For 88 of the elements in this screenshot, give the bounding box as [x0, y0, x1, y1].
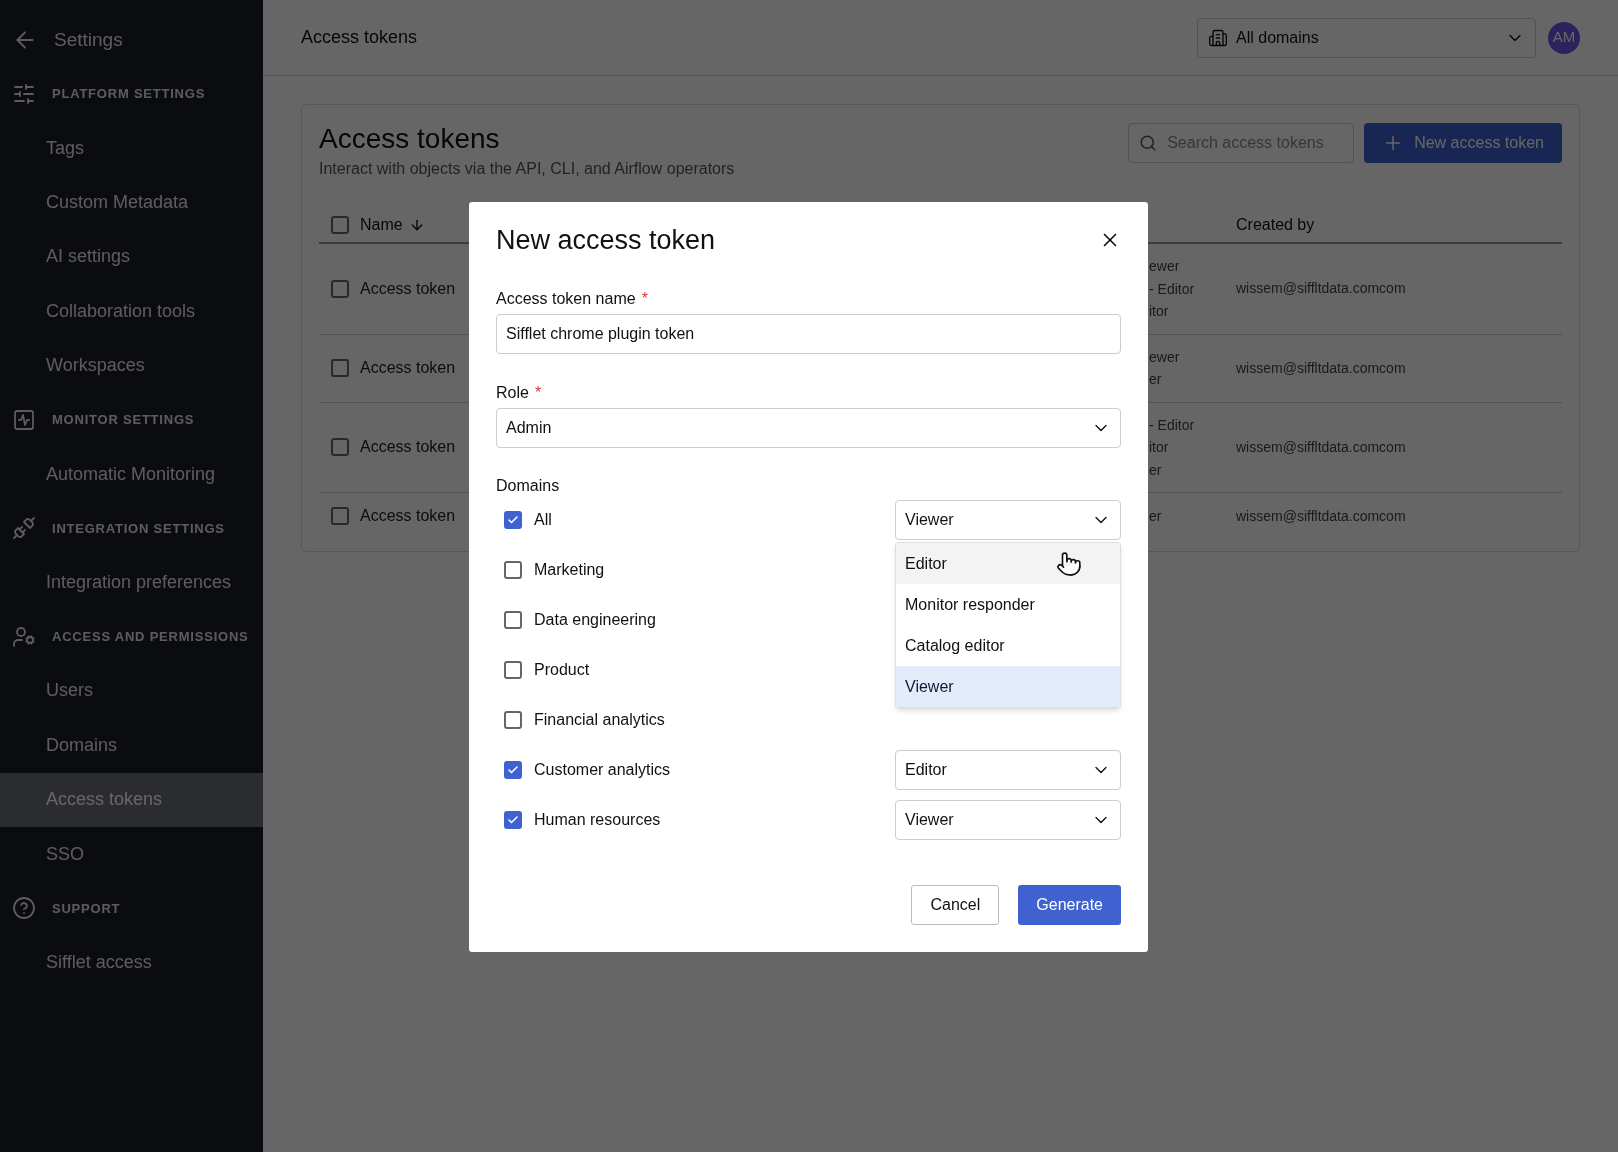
checkbox[interactable] — [331, 359, 349, 377]
cancel-button[interactable]: Cancel — [911, 885, 1000, 925]
token-name[interactable]: Access token — [360, 504, 456, 528]
menu-option[interactable]: Catalog editor — [896, 625, 1120, 666]
role-text: er — [1149, 370, 1163, 389]
dialog-title: New access token — [496, 223, 716, 257]
domain-label[interactable]: Financial analytics — [534, 708, 665, 732]
field-label: Access token name — [496, 289, 636, 309]
section-icon — [12, 896, 36, 921]
role-text: ewer — [1149, 347, 1181, 367]
role-text: - Editor — [1149, 279, 1196, 299]
role-select[interactable]: Editor — [895, 750, 1121, 790]
field-label: Role — [496, 383, 529, 403]
building-icon — [1208, 27, 1228, 48]
domain-select[interactable]: All domains — [1197, 17, 1536, 58]
section-heading: SUPPORT — [52, 899, 121, 918]
role-text: - Editor — [1149, 415, 1196, 435]
token-name[interactable]: Access token — [360, 435, 456, 460]
sidebar-item[interactable]: Users — [0, 663, 263, 719]
role-select[interactable]: Viewer — [895, 800, 1121, 840]
token-name[interactable]: Access token — [360, 356, 456, 380]
generate-button[interactable]: Generate — [1018, 885, 1121, 925]
token-name-input[interactable]: Sifflet chrome plugin token — [496, 314, 1121, 354]
section-icon — [12, 516, 36, 541]
checkbox[interactable] — [504, 611, 522, 629]
creator-email: wissem@siffltdata.comcom — [1236, 358, 1406, 378]
domain-label[interactable]: Human resources — [534, 808, 661, 832]
sidebar-item[interactable]: Custom Metadata — [0, 175, 263, 230]
domain-label[interactable]: Product — [534, 658, 590, 682]
role-text: er — [1149, 460, 1163, 480]
required-mark: * — [534, 383, 542, 403]
checkbox[interactable] — [504, 711, 522, 729]
domain-label[interactable]: Data engineering — [534, 608, 656, 632]
checkbox[interactable] — [504, 511, 522, 529]
section-heading: ACCESS AND PERMISSIONS — [52, 628, 249, 646]
role-text: itor — [1149, 438, 1170, 457]
sidebar-item[interactable]: AI settings — [0, 229, 263, 285]
menu-option[interactable]: Viewer — [896, 666, 1120, 707]
menu-option[interactable]: Monitor responder — [896, 584, 1120, 625]
check-icon — [507, 764, 519, 776]
column-header[interactable]: Name — [360, 213, 425, 237]
role-text: ewer — [1149, 257, 1181, 276]
sidebar-item[interactable]: Collaboration tools — [0, 284, 263, 339]
checkbox[interactable] — [331, 216, 349, 234]
checkbox[interactable] — [331, 507, 349, 525]
new-token-button[interactable]: New access token — [1364, 123, 1562, 163]
sidebar-item[interactable]: Tags — [0, 121, 263, 176]
section-icon — [12, 82, 36, 106]
checkbox[interactable] — [331, 279, 349, 298]
section-icon — [12, 624, 36, 649]
role-text: er — [1149, 506, 1163, 526]
domain-label[interactable]: All — [534, 508, 552, 532]
card-subtitle: Interact with objects via the API, CLI, and Airflow operators — [319, 159, 735, 179]
checkbox[interactable] — [504, 561, 522, 579]
role-text: itor — [1149, 302, 1170, 321]
column-header[interactable]: Created by — [1236, 213, 1315, 237]
check-icon — [507, 514, 519, 526]
search-icon — [1139, 134, 1158, 152]
domain-label[interactable]: Marketing — [534, 558, 605, 582]
sidebar-item[interactable]: Integration preferences — [0, 555, 263, 610]
creator-email: wissem@siffltdata.comcom — [1236, 437, 1406, 457]
checkbox[interactable] — [504, 761, 522, 779]
domains-label: Domains — [496, 476, 561, 496]
sidebar-item[interactable]: Sifflet access — [0, 935, 263, 990]
sidebar-item[interactable]: Automatic Monitoring — [0, 446, 263, 502]
checkbox[interactable] — [504, 811, 522, 829]
checkbox[interactable] — [331, 438, 349, 457]
creator-email: wissem@siffltdata.comcom — [1236, 506, 1406, 526]
creator-email: wissem@siffltdata.comcom — [1236, 279, 1406, 299]
domain-label[interactable]: Customer analytics — [534, 758, 671, 782]
sidebar-item[interactable]: Workspaces — [0, 338, 263, 393]
user-avatar[interactable]: AM — [1548, 21, 1580, 54]
section-heading: MONITOR SETTINGS — [52, 411, 195, 430]
section-heading: INTEGRATION SETTINGS — [52, 519, 225, 538]
check-icon — [507, 814, 519, 826]
settings-title: Settings — [54, 27, 123, 52]
sidebar-item[interactable]: Domains — [0, 718, 263, 773]
role-select[interactable]: Admin — [496, 408, 1121, 448]
role-select[interactable]: Viewer — [895, 500, 1121, 540]
hand-cursor-icon — [1056, 551, 1082, 577]
checkbox[interactable] — [504, 661, 522, 679]
section-icon — [12, 407, 36, 432]
menu-option[interactable]: Editor — [896, 543, 1120, 584]
required-mark: * — [641, 289, 648, 309]
section-heading: PLATFORM SETTINGS — [52, 85, 206, 104]
page-title: Access tokens — [301, 26, 418, 49]
card-title: Access tokens — [319, 122, 501, 156]
token-name[interactable]: Access token — [360, 276, 456, 301]
